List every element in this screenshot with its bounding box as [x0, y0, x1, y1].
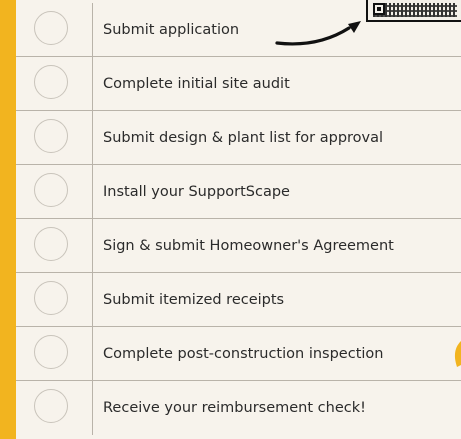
task-label: Receive your reimbursement check! [103, 400, 366, 416]
task-label: Install your SupportScape [103, 184, 290, 200]
checklist-row: Install your SupportScape [16, 165, 461, 219]
checklist-row: Complete initial site audit [16, 57, 461, 111]
checkbox-circle-icon[interactable] [34, 389, 68, 423]
checkbox-circle-icon[interactable] [34, 335, 68, 369]
task-label: Sign & submit Homeowner's Agreement [103, 238, 394, 254]
checkbox-circle-icon[interactable] [34, 281, 68, 315]
check-cell [16, 165, 93, 219]
check-cell [16, 273, 93, 327]
check-cell [16, 57, 93, 111]
task-label: Submit itemized receipts [103, 292, 285, 308]
checklist-row: Sign & submit Homeowner's Agreement [16, 219, 461, 273]
task-label: Submit design & plant list for approval [103, 130, 384, 146]
check-cell [16, 219, 93, 273]
task-label: Complete post-construction inspection [103, 346, 384, 362]
checkbox-circle-icon[interactable] [34, 227, 68, 261]
leaf-icon [454, 341, 461, 367]
check-cell [16, 3, 93, 57]
checklist-row: Complete post-construction inspection [16, 327, 461, 381]
task-label: Submit application [103, 22, 240, 38]
qr-code-pattern [373, 3, 457, 17]
qr-finder-pattern [373, 3, 385, 15]
checklist-row: Receive your reimbursement check! [16, 381, 461, 435]
checklist-row: Submit itemized receipts [16, 273, 461, 327]
qr-code-icon [366, 0, 461, 22]
checkbox-circle-icon[interactable] [34, 11, 68, 45]
check-cell [16, 111, 93, 165]
checkbox-circle-icon[interactable] [34, 119, 68, 153]
task-label: Complete initial site audit [103, 76, 290, 92]
check-cell [16, 327, 93, 381]
checkbox-circle-icon[interactable] [34, 173, 68, 207]
checklist-row: Submit design & plant list for approval [16, 111, 461, 165]
check-cell [16, 381, 93, 435]
checklist: Submit application Complete initial site… [16, 3, 461, 439]
checkbox-circle-icon[interactable] [34, 65, 68, 99]
curved-arrow-icon [275, 21, 361, 46]
